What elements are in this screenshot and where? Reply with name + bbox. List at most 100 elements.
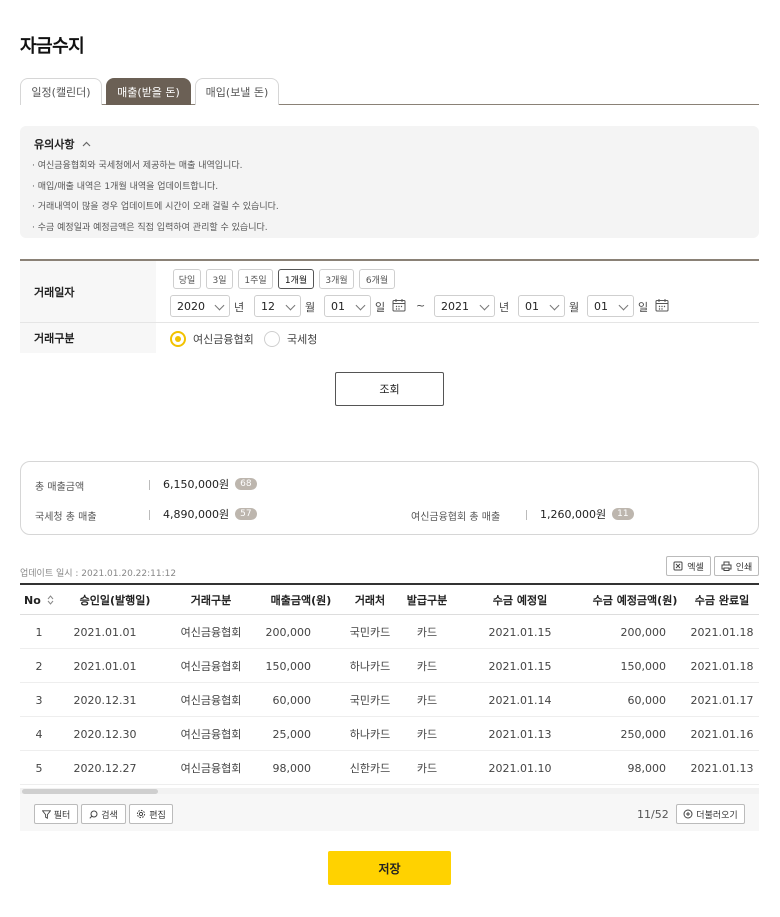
- edit-button[interactable]: 편집: [129, 804, 173, 824]
- nts-sales-value: 4,890,000원 57: [163, 506, 257, 522]
- filter-label: 필터: [53, 810, 71, 821]
- cell-expected-date: 2021.01.14: [488, 693, 552, 707]
- sort-icon[interactable]: [47, 595, 54, 605]
- calendar-icon[interactable]: [392, 298, 406, 312]
- to-day-value: 01: [594, 299, 608, 313]
- divider: [149, 510, 150, 520]
- printer-icon: [721, 561, 732, 571]
- load-more-label: 더불러오기: [696, 810, 738, 821]
- page-title: 자금수지: [20, 36, 85, 57]
- cell-completed-date: 2021.01.18: [690, 625, 754, 639]
- cell-issue-type: 카드: [416, 660, 438, 673]
- cell-expected-amount: 200,000: [620, 625, 667, 639]
- print-button[interactable]: 인쇄: [714, 556, 759, 576]
- radio-nts[interactable]: 국세청: [264, 331, 317, 347]
- period-1month-button[interactable]: 1개월: [278, 269, 314, 289]
- period-1week-button[interactable]: 1주일: [238, 269, 273, 289]
- total-sales-amount: 6,150,000원: [163, 478, 230, 491]
- to-year-select[interactable]: 2021: [434, 295, 495, 317]
- cell-no: 2: [35, 659, 43, 673]
- table-row[interactable]: 3 2020.12.31 여신금융협회 60,000 국민카드 카드 2021.01.14 6…: [20, 683, 759, 717]
- column-header-issue-type: 발급구분: [406, 594, 448, 607]
- card-sales-label: 여신금융협회 총 매출: [411, 512, 501, 523]
- filter-button[interactable]: 필터: [34, 804, 78, 824]
- notice-item: · 거래내역이 많을 경우 업데이트에 시간이 오래 걸릴 수 있습니다.: [32, 202, 279, 212]
- gear-icon: [137, 809, 146, 819]
- search-table-button[interactable]: 검색: [81, 804, 126, 824]
- cell-expected-amount: 250,000: [620, 727, 667, 741]
- search-form: 거래일자 당일 3일 1주일 1개월 3개월 6개월 2020 년 12 월 0…: [20, 259, 759, 353]
- range-tilde: ~: [416, 299, 426, 312]
- tab-sales[interactable]: 매출(받을 돈): [106, 78, 191, 105]
- unit-day: 일: [638, 301, 649, 314]
- period-6month-button[interactable]: 6개월: [359, 269, 395, 289]
- unit-month: 월: [305, 301, 316, 314]
- radio-card-association[interactable]: 여신금융협회: [170, 331, 254, 347]
- from-month-value: 12: [261, 299, 275, 313]
- from-day-select[interactable]: 01: [324, 295, 371, 317]
- calendar-icon[interactable]: [655, 298, 669, 312]
- cell-issue-type: 카드: [416, 626, 438, 639]
- to-year-value: 2021: [441, 299, 469, 313]
- tab-schedule[interactable]: 일정(캘린더): [20, 78, 102, 105]
- page-count: 11/52: [637, 808, 669, 821]
- cell-issue-type: 카드: [416, 728, 438, 741]
- total-sales-value: 6,150,000원 68: [163, 476, 257, 492]
- cell-amount: 98,000: [272, 761, 312, 775]
- search-icon: [89, 810, 98, 819]
- cell-approval-date: 2020.12.27: [73, 761, 137, 775]
- unit-month: 월: [569, 301, 580, 314]
- type-label: 거래구분: [20, 323, 156, 353]
- excel-button[interactable]: 엑셀: [666, 556, 711, 576]
- notice-item: · 여신금융협회와 국세청에서 제공하는 매출 내역입니다.: [32, 161, 243, 171]
- nts-sales-amount: 4,890,000원: [163, 508, 230, 521]
- unit-year: 년: [234, 301, 245, 314]
- column-header-no[interactable]: No: [24, 585, 48, 615]
- notice-toggle[interactable]: 유의사항: [34, 136, 91, 152]
- cell-completed-date: 2021.01.18: [690, 659, 754, 673]
- unit-day: 일: [375, 301, 386, 314]
- period-today-button[interactable]: 당일: [173, 269, 201, 289]
- column-header-expected-date: 수금 예정일: [492, 594, 548, 607]
- cell-no: 3: [35, 693, 43, 707]
- cell-expected-amount: 98,000: [627, 761, 667, 775]
- table-row[interactable]: 2 2021.01.01 여신금융협회 150,000 하나카드 카드 2021.01.15…: [20, 649, 759, 683]
- cell-amount: 25,000: [272, 727, 312, 741]
- from-year-value: 2020: [177, 299, 205, 313]
- chevron-down-icon: [355, 300, 366, 311]
- date-label: 거래일자: [20, 261, 156, 322]
- table-toolbar: 필터 검색 편집 11/52 더불러오기: [20, 794, 759, 831]
- cell-expected-date: 2021.01.13: [488, 727, 552, 741]
- cell-expected-amount: 150,000: [620, 659, 667, 673]
- from-month-select[interactable]: 12: [254, 295, 301, 317]
- column-header-completed-date: 수금 완료일: [694, 594, 750, 607]
- summary-box: 총 매출금액 6,150,000원 68 국세청 총 매출 4,890,000원…: [20, 461, 759, 535]
- cell-approval-date: 2021.01.01: [73, 659, 137, 673]
- load-more-button[interactable]: 더불러오기: [676, 804, 745, 824]
- period-3day-button[interactable]: 3일: [206, 269, 233, 289]
- search-button[interactable]: 조회: [335, 372, 444, 406]
- from-day-value: 01: [331, 299, 345, 313]
- chevron-down-icon: [549, 300, 560, 311]
- table-row[interactable]: 5 2020.12.27 여신금융협회 98,000 신한카드 카드 2021.01.10 9…: [20, 751, 759, 785]
- chevron-up-icon: [83, 141, 91, 147]
- edit-label: 편집: [149, 810, 166, 821]
- divider: [149, 480, 150, 490]
- plus-circle-icon: [683, 809, 693, 819]
- to-month-select[interactable]: 01: [518, 295, 565, 317]
- cell-no: 5: [35, 761, 43, 775]
- notice-item: · 매입/매출 내역은 1개월 내역을 업데이트합니다.: [32, 182, 219, 192]
- period-3month-button[interactable]: 3개월: [319, 269, 354, 289]
- filter-icon: [41, 809, 51, 819]
- table-row[interactable]: 4 2020.12.30 여신금융협회 25,000 하나카드 카드 2021.01.13 2…: [20, 717, 759, 751]
- cell-expected-date: 2021.01.15: [488, 625, 552, 639]
- cell-expected-date: 2021.01.10: [488, 761, 552, 775]
- to-day-select[interactable]: 01: [587, 295, 634, 317]
- table-row[interactable]: 1 2021.01.01 여신금융협회 200,000 국민카드 카드 2021.01.15…: [20, 615, 759, 649]
- from-year-select[interactable]: 2020: [170, 295, 230, 317]
- total-sales-label: 총 매출금액: [35, 482, 85, 493]
- cell-no: 4: [35, 727, 43, 741]
- cell-amount: 200,000: [265, 625, 312, 639]
- tab-purchases[interactable]: 매입(보낼 돈): [195, 78, 279, 105]
- save-button[interactable]: 저장: [328, 851, 451, 885]
